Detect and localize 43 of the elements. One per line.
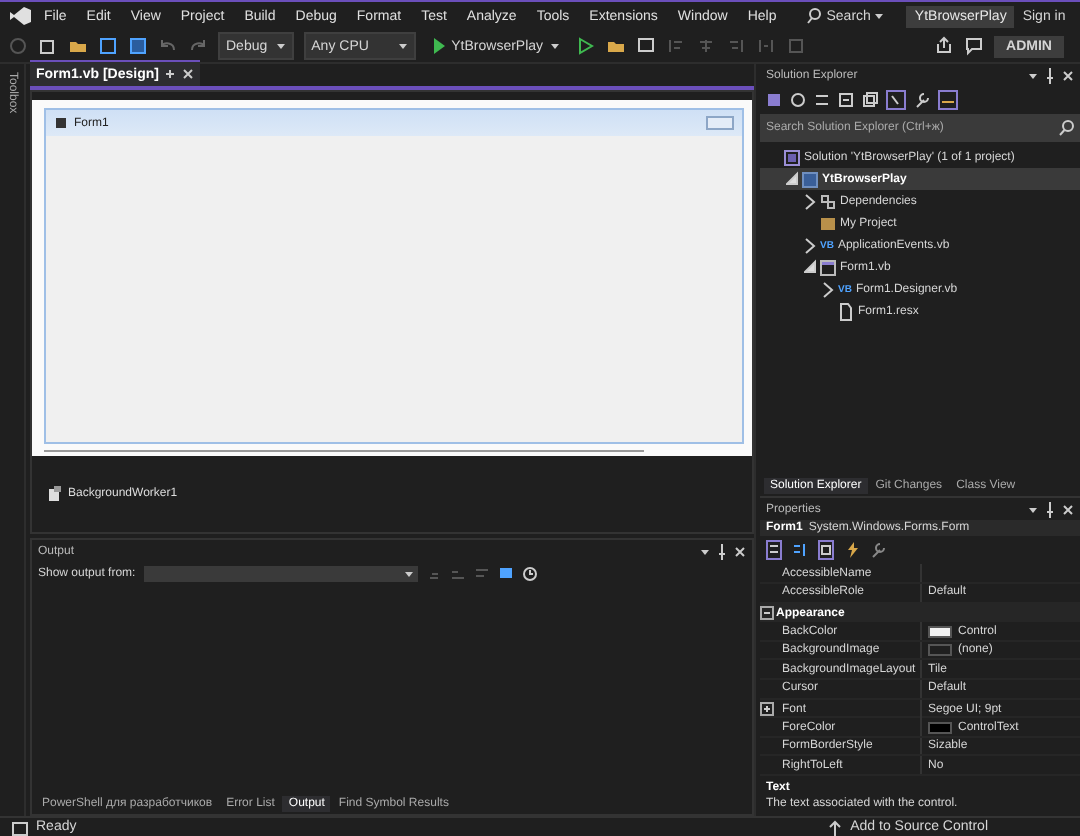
form-icon <box>54 113 68 133</box>
expand-box-icon[interactable] <box>760 699 774 720</box>
alphabetical-icon[interactable] <box>792 540 808 561</box>
redo-icon[interactable] <box>188 36 208 56</box>
expanded-arrow-icon[interactable] <box>804 257 816 277</box>
solution-icon <box>784 147 800 167</box>
pin-icon[interactable] <box>1044 65 1056 85</box>
folder-icon[interactable] <box>68 36 88 56</box>
lightning-icon[interactable] <box>844 540 860 561</box>
properties-icon[interactable] <box>818 540 834 561</box>
form-icon <box>820 257 836 277</box>
new-project-icon[interactable] <box>38 36 58 56</box>
pin-icon[interactable] <box>164 64 177 84</box>
visual-studio-logo-icon <box>8 6 32 26</box>
pin-icon[interactable] <box>716 541 728 561</box>
close-icon[interactable] <box>182 64 195 84</box>
arrow-up-icon[interactable] <box>828 820 843 836</box>
expanded-arrow-icon[interactable] <box>786 169 798 189</box>
play-icon <box>431 36 446 56</box>
collapse-box-icon[interactable] <box>760 603 774 624</box>
save-all-icon[interactable] <box>128 36 148 56</box>
component-icon <box>48 484 62 504</box>
dependencies-icon <box>820 191 836 211</box>
share-icon[interactable] <box>934 36 955 56</box>
search-icon[interactable] <box>1058 118 1074 138</box>
project-icon <box>802 169 818 189</box>
resource-file-icon <box>838 301 854 321</box>
undo-icon[interactable] <box>158 36 178 56</box>
history-icon[interactable] <box>790 90 806 110</box>
play-outline-icon[interactable] <box>575 36 596 56</box>
search-icon[interactable] <box>806 6 823 26</box>
save-icon[interactable] <box>98 36 118 56</box>
collapse-all-icon[interactable] <box>838 90 854 110</box>
close-icon[interactable] <box>734 541 746 561</box>
pin-icon[interactable] <box>1044 499 1056 520</box>
close-icon[interactable] <box>1062 65 1074 85</box>
status-icon <box>12 820 28 836</box>
categorized-icon[interactable] <box>766 540 782 561</box>
feedback-icon[interactable] <box>964 36 985 56</box>
clock-icon[interactable] <box>521 564 538 584</box>
close-icon[interactable] <box>1062 499 1074 520</box>
files-icon[interactable] <box>862 90 878 110</box>
folder-icon[interactable] <box>605 36 626 56</box>
